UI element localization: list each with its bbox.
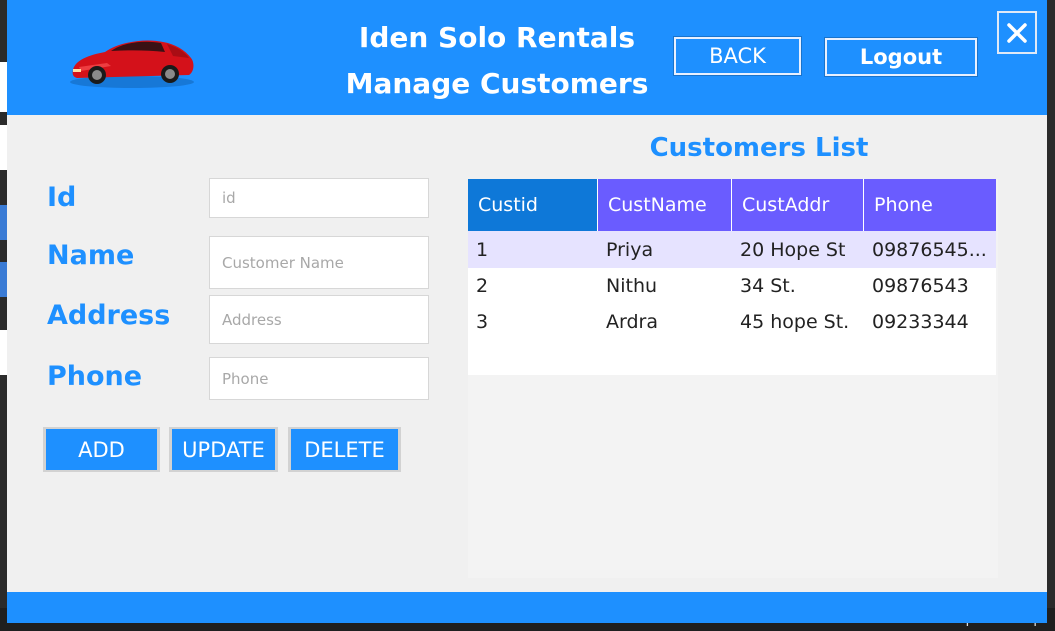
background-window-right (1047, 0, 1055, 631)
cell-custaddr: 20 Hope St (740, 238, 846, 261)
phone-label: Phone (47, 361, 143, 392)
update-button-label: UPDATE (172, 429, 275, 470)
table-row[interactable]: 2 Nithu 34 St. 09876543 (468, 268, 996, 304)
address-input[interactable] (209, 295, 429, 344)
id-label: Id (47, 182, 77, 213)
close-button[interactable] (997, 11, 1037, 54)
cell-custname: Nithu (606, 275, 658, 297)
column-header-phone[interactable]: Phone (864, 179, 996, 231)
app-title: Iden Solo Rentals (358, 21, 636, 54)
grid-header-row: Custid CustName CustAddr Phone (468, 179, 996, 231)
cell-phone: 09876543 (872, 275, 969, 297)
address-label: Address (47, 300, 171, 331)
header-bar: Iden Solo Rentals Manage Customers BACK … (7, 0, 1047, 115)
grid-body: 1 Priya 20 Hope St 09876545... 2 Nithu 3… (468, 231, 996, 375)
cell-phone: 09233344 (872, 311, 969, 333)
customer-name-input[interactable] (209, 236, 429, 289)
manage-customers-window: Iden Solo Rentals Manage Customers BACK … (7, 0, 1047, 623)
cell-custid: 1 (476, 238, 489, 261)
id-input[interactable] (209, 178, 429, 218)
column-header-custid[interactable]: Custid (468, 179, 598, 231)
column-header-custname[interactable]: CustName (598, 179, 732, 231)
update-button[interactable]: UPDATE (169, 427, 278, 472)
delete-button[interactable]: DELETE (288, 427, 401, 472)
table-row[interactable]: 3 Ardra 45 hope St. 09233344 (468, 304, 996, 340)
name-label: Name (47, 240, 135, 271)
cell-custname: Ardra (606, 311, 658, 333)
cell-custid: 2 (476, 275, 489, 297)
cell-custaddr: 34 St. (740, 275, 796, 297)
logout-button[interactable]: Logout (824, 37, 978, 77)
footer-bar (7, 592, 1047, 623)
add-button-label: ADD (46, 429, 157, 470)
customers-list-title: Customers List (649, 133, 869, 163)
add-button[interactable]: ADD (43, 427, 160, 472)
page-title: Iden Solo Rentals Manage Customers (307, 15, 687, 107)
cell-custid: 3 (476, 311, 489, 333)
delete-button-label: DELETE (291, 429, 398, 470)
cell-custname: Priya (606, 238, 654, 261)
cell-custaddr: 45 hope St. (740, 311, 850, 333)
customers-grid[interactable]: Custid CustName CustAddr Phone 1 Priya 2… (468, 179, 998, 578)
screen-title: Manage Customers (345, 67, 649, 100)
back-button[interactable]: BACK (673, 36, 802, 76)
car-logo-image (70, 40, 194, 88)
phone-input[interactable] (209, 357, 429, 400)
cell-phone: 09876545... (872, 238, 987, 261)
close-icon (1007, 22, 1027, 43)
column-header-custaddr[interactable]: CustAddr (732, 179, 864, 231)
table-row[interactable]: 1 Priya 20 Hope St 09876545... (468, 231, 996, 268)
